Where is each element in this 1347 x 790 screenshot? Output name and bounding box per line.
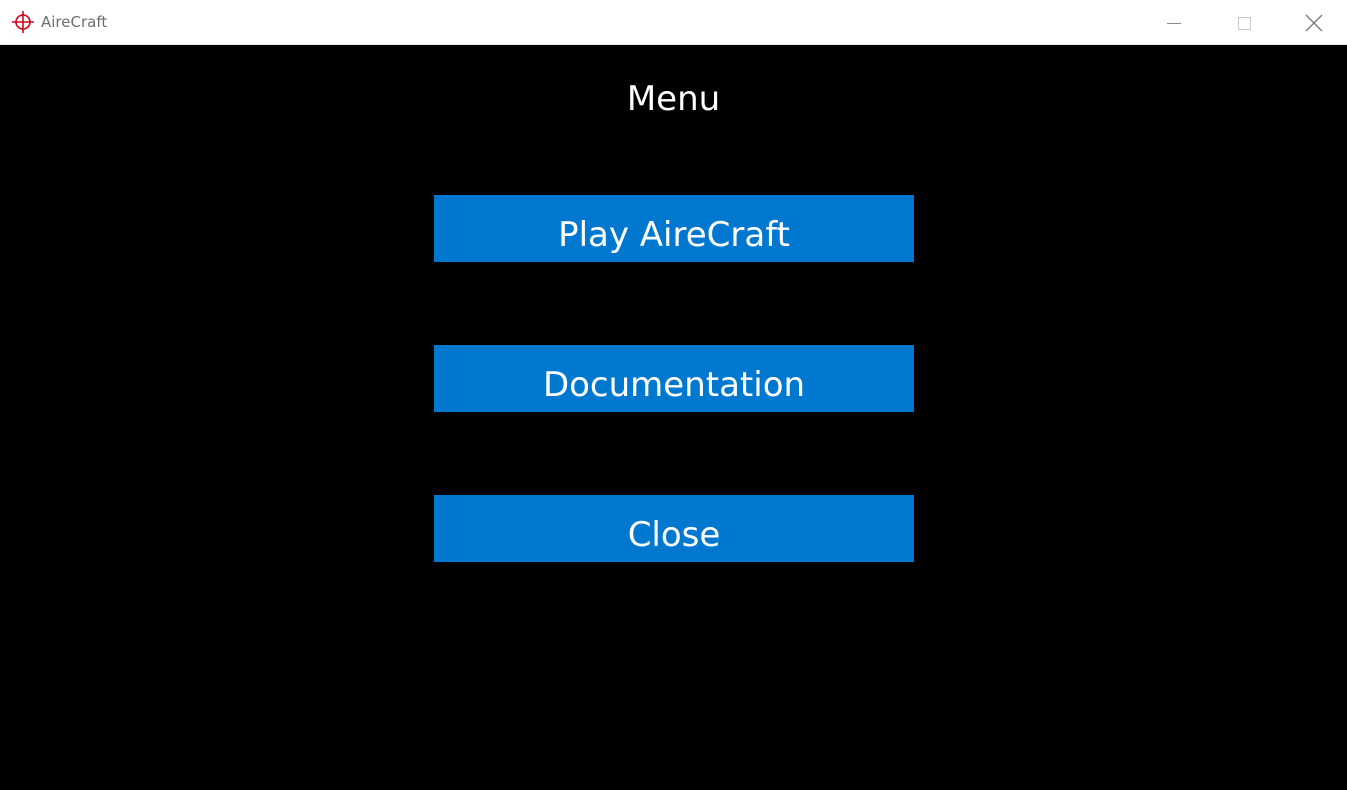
close-window-button[interactable] [1280,0,1347,45]
game-canvas: Menu Play AireCraft Documentation Close [0,45,1347,790]
maximize-button[interactable] [1210,0,1278,45]
close-button[interactable]: Close [434,495,914,562]
documentation-button[interactable]: Documentation [434,345,914,412]
close-label: Close [627,514,721,555]
title-bar[interactable]: AireCraft [0,0,1347,45]
window-title: AireCraft [41,13,108,31]
close-icon [1305,14,1323,32]
minimize-button[interactable] [1140,0,1208,45]
play-airecraft-label: Play AireCraft [558,214,790,255]
minimize-icon [1166,15,1182,31]
crosshair-icon [11,10,35,34]
play-airecraft-button[interactable]: Play AireCraft [434,195,914,262]
app-window: AireCraft Menu Play AireCraft Documentat… [0,0,1347,790]
menu-title: Menu [626,79,721,119]
maximize-icon [1236,15,1252,31]
documentation-label: Documentation [542,364,806,405]
